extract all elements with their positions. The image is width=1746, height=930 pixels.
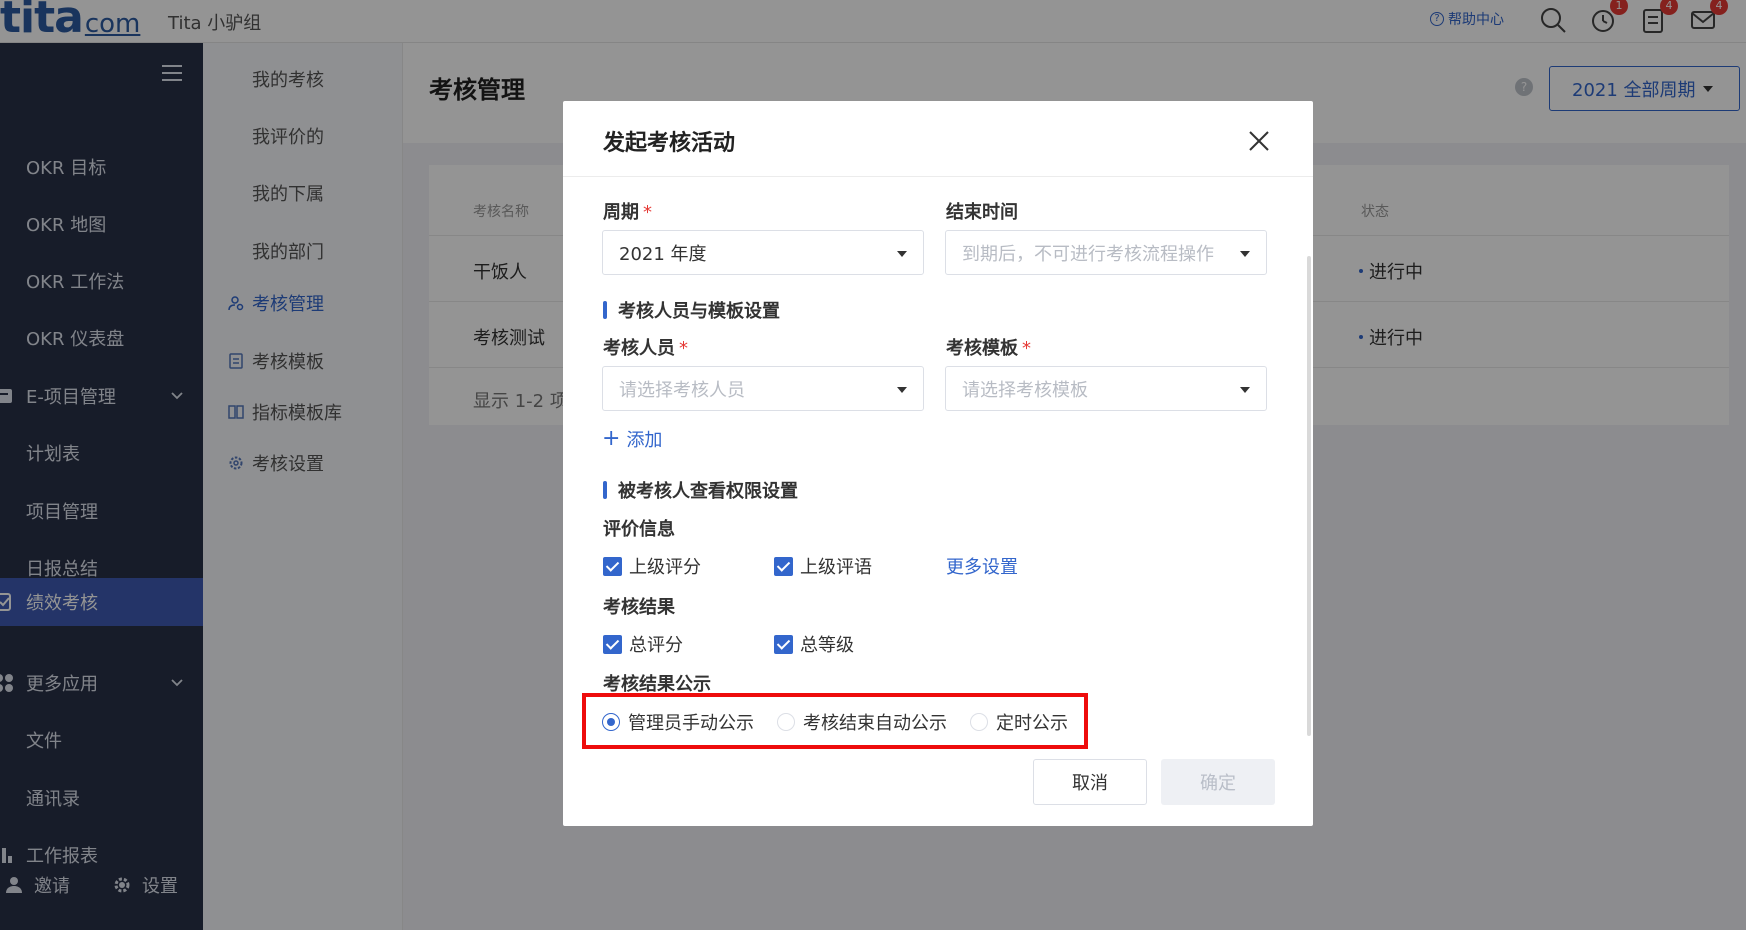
required-mark: * — [679, 338, 688, 359]
eval-info-label: 评价信息 — [603, 519, 675, 540]
launch-review-dialog: 发起考核活动 周期 * 结束时间 2021 年度 到期后，不可进行考核流程操作 考… — [563, 101, 1313, 826]
period-label: 周期 * — [603, 198, 652, 224]
close-icon[interactable] — [1247, 129, 1271, 153]
end-time-select[interactable]: 到期后，不可进行考核流程操作 — [945, 230, 1267, 275]
cancel-button[interactable]: 取消 — [1033, 759, 1147, 805]
caret-down-icon — [897, 251, 907, 257]
checkbox-label: 上级评分 — [629, 557, 701, 578]
required-mark: * — [1022, 338, 1031, 359]
template-placeholder: 请选择考核模板 — [962, 379, 1088, 401]
end-time-label: 结束时间 — [946, 202, 1018, 223]
section-title-permission: 被考核人查看权限设置 — [603, 477, 798, 503]
checkbox-checked-icon — [774, 556, 793, 576]
annotation-highlight-box — [582, 693, 1088, 749]
more-settings-link[interactable]: 更多设置 — [946, 553, 1018, 579]
checkbox-label: 上级评语 — [800, 557, 872, 578]
confirm-button[interactable]: 确定 — [1161, 759, 1275, 805]
reviewers-label: 考核人员 * — [603, 334, 688, 360]
checkbox-checked-icon — [603, 556, 622, 576]
period-select[interactable]: 2021 年度 — [602, 230, 924, 275]
reviewers-placeholder: 请选择考核人员 — [619, 379, 745, 401]
checkbox-total-grade[interactable]: 总等级 — [774, 631, 854, 657]
reviewers-select[interactable]: 请选择考核人员 — [602, 366, 924, 411]
section-title-text: 被考核人查看权限设置 — [618, 481, 798, 502]
section-title-staff: 考核人员与模板设置 — [603, 297, 780, 323]
template-label: 考核模板 * — [946, 334, 1031, 360]
add-reviewer-button[interactable]: + 添加 — [602, 426, 662, 452]
caret-down-icon — [897, 387, 907, 393]
period-label-text: 周期 — [603, 202, 639, 223]
checkbox-total-score[interactable]: 总评分 — [603, 631, 683, 657]
template-label-text: 考核模板 — [946, 338, 1018, 359]
caret-down-icon — [1240, 251, 1250, 257]
reviewers-label-text: 考核人员 — [603, 338, 675, 359]
required-mark: * — [643, 202, 652, 223]
checkbox-checked-icon — [603, 634, 622, 654]
checkbox-label: 总等级 — [800, 635, 854, 656]
checkbox-checked-icon — [774, 634, 793, 654]
plus-icon: + — [602, 426, 621, 451]
add-label: 添加 — [626, 430, 663, 451]
template-select[interactable]: 请选择考核模板 — [945, 366, 1267, 411]
checkbox-label: 总评分 — [629, 635, 683, 656]
end-time-placeholder: 到期后，不可进行考核流程操作 — [962, 243, 1214, 265]
period-select-value: 2021 年度 — [619, 243, 707, 265]
caret-down-icon — [1240, 387, 1250, 393]
dialog-scrollbar[interactable] — [1307, 256, 1311, 736]
dialog-title: 发起考核活动 — [603, 131, 736, 156]
result-label: 考核结果 — [603, 597, 675, 618]
checkbox-superior-comment[interactable]: 上级评语 — [774, 553, 872, 579]
checkbox-superior-score[interactable]: 上级评分 — [603, 553, 701, 579]
dialog-header: 发起考核活动 — [563, 101, 1313, 177]
section-title-text: 考核人员与模板设置 — [618, 301, 780, 322]
